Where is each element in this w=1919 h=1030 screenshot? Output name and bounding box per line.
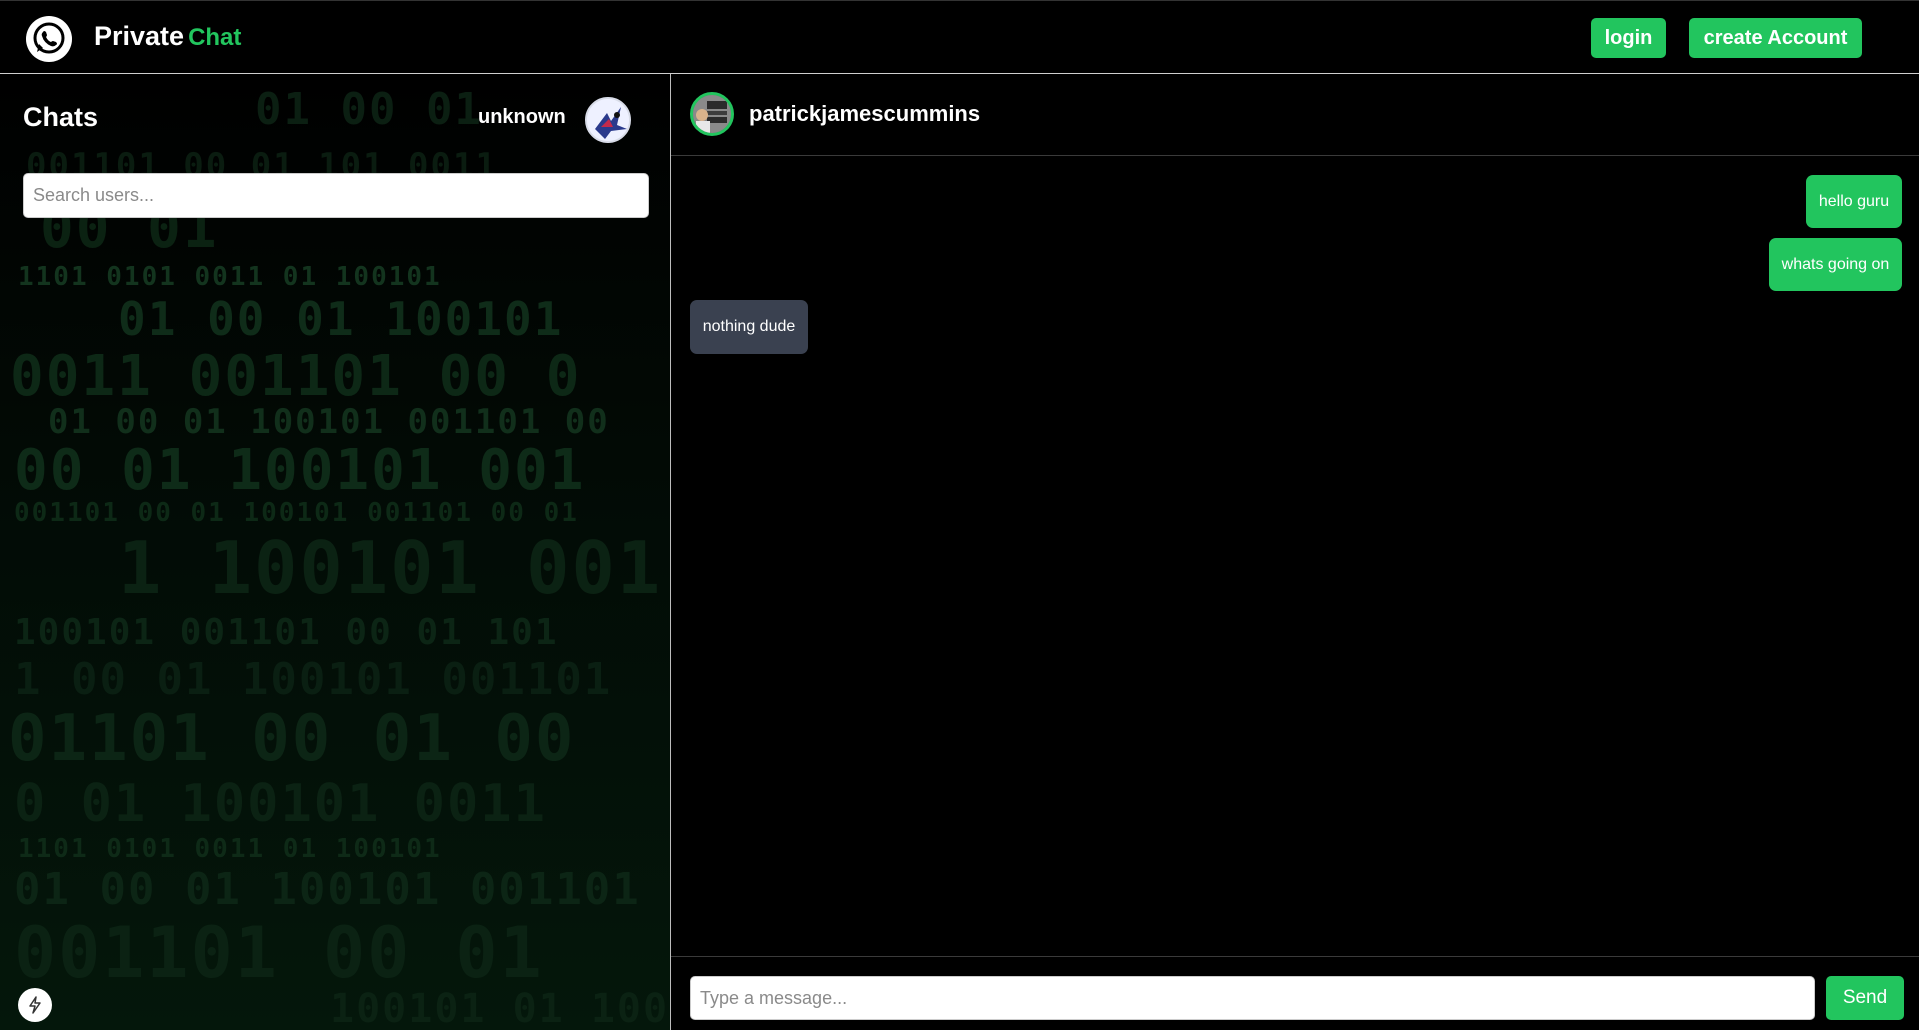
- top-navbar: Private Chat login create Account: [0, 0, 1919, 74]
- brand-title: Private Chat: [94, 21, 241, 52]
- binary-line: 1 100101 001: [118, 526, 663, 610]
- create-account-button[interactable]: create Account: [1689, 18, 1862, 58]
- brand-primary: Private: [94, 21, 185, 51]
- binary-line: 01 00 01 100101: [118, 292, 564, 346]
- binary-line: 1101 0101 0011 01 100101: [18, 834, 442, 864]
- binary-line: 100101 01 10010: [330, 986, 670, 1030]
- binary-line: 1 00 01 100101 001101: [14, 654, 613, 705]
- binary-line: 0011 001101 00 0: [10, 344, 582, 409]
- lightning-bolt-icon[interactable]: [18, 988, 52, 1022]
- binary-line: 01 00 01 100101 001101 00: [48, 402, 610, 442]
- binary-line: 001101 00 01 100101 001101 00 01: [14, 498, 579, 528]
- chat-panel: patrickjamescummins hello guru whats goi…: [671, 74, 1919, 1030]
- sidebar: 01 00 01 001101 00 01 101 0011 00 01 110…: [0, 74, 671, 1030]
- binary-line: 00 01 100101 001: [14, 438, 586, 503]
- message-bubble-outgoing: whats going on: [1769, 238, 1902, 291]
- brand-accent: Chat: [188, 24, 242, 51]
- message-list: hello guru whats going on nothing dude: [671, 156, 1919, 956]
- login-button[interactable]: login: [1591, 18, 1666, 58]
- avatar[interactable]: [585, 97, 631, 143]
- send-button[interactable]: Send: [1826, 976, 1904, 1020]
- binary-line: 001101 00 01: [14, 912, 544, 994]
- message-bubble-incoming: nothing dude: [690, 300, 808, 354]
- whatsapp-logo-icon[interactable]: [26, 16, 72, 62]
- binary-line: 01 00 01 100101 001101: [14, 864, 641, 915]
- binary-line: 01 00 01: [255, 84, 483, 135]
- binary-line: 01101 00 01 00: [8, 702, 576, 776]
- binary-line: 0 01 100101 0011: [14, 774, 547, 834]
- message-input[interactable]: [690, 976, 1815, 1020]
- chat-header: patrickjamescummins: [671, 74, 1919, 156]
- avatar[interactable]: [690, 92, 734, 136]
- binary-line: 1101 0101 0011 01 100101: [18, 262, 442, 292]
- message-composer: Send: [671, 956, 1919, 1030]
- current-username: unknown: [478, 106, 566, 128]
- search-input[interactable]: [23, 173, 649, 218]
- contact-name: patrickjamescummins: [749, 101, 981, 126]
- sidebar-title: Chats: [23, 102, 99, 132]
- binary-line: 100101 001101 00 01 101: [14, 612, 559, 653]
- message-bubble-outgoing: hello guru: [1806, 175, 1902, 228]
